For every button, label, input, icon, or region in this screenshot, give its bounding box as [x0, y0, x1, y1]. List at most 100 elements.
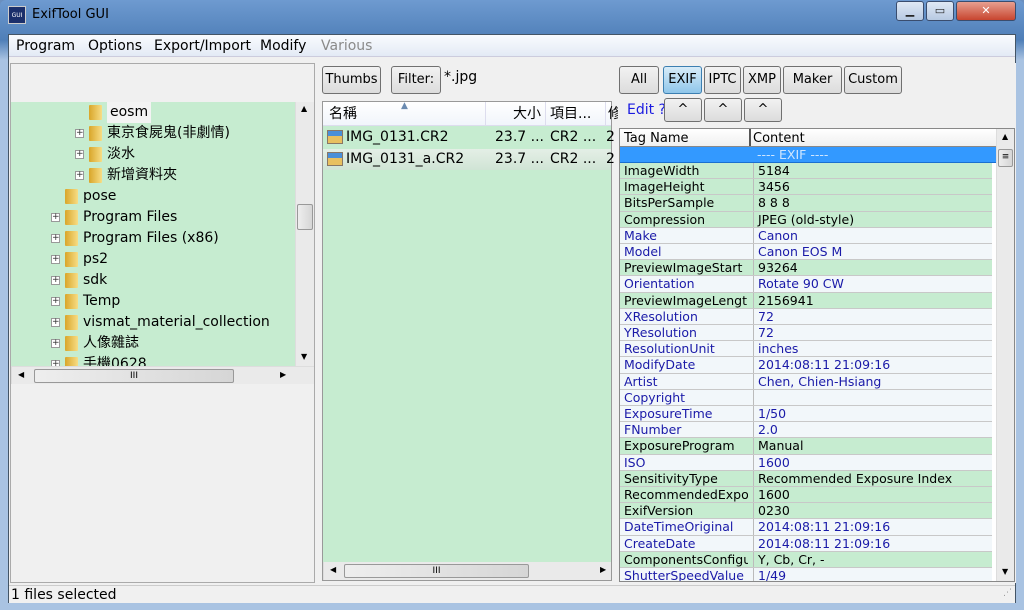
column-type[interactable]: 項目...	[545, 102, 605, 126]
scroll-thumb[interactable]: III	[34, 369, 234, 383]
metadata-row[interactable]: SensitivityType Recommended Exposure Inde…	[620, 470, 992, 487]
menu-options[interactable]: Options	[88, 38, 142, 54]
metadata-row[interactable]: ExposureTime 1/50	[620, 406, 992, 423]
tree-item[interactable]: + vismat_material_collection	[11, 312, 295, 333]
expand-icon[interactable]: +	[75, 129, 84, 138]
expand-icon[interactable]: +	[51, 234, 60, 243]
expand-icon[interactable]: +	[51, 339, 60, 348]
expand-icon[interactable]: +	[51, 276, 60, 285]
metadata-row[interactable]: ComponentsConfigur Y, Cb, Cr, -	[620, 551, 992, 568]
tab-iptc[interactable]: IPTC	[704, 66, 741, 94]
tree-item[interactable]: + Temp	[11, 291, 295, 312]
expand-icon[interactable]: +	[75, 150, 84, 159]
metadata-row[interactable]: ImageWidth 5184	[620, 163, 992, 180]
tree-item[interactable]: + 手機0628	[11, 354, 295, 366]
tree-item[interactable]: eosm	[11, 102, 295, 123]
tree-item[interactable]: + Program Files (x86)	[11, 228, 295, 249]
resize-grip-icon[interactable]: ⋰	[1003, 588, 1012, 598]
metadata-row[interactable]: ExifVersion 0230	[620, 503, 992, 520]
scroll-right-icon[interactable]: ▶	[280, 370, 286, 379]
metadata-row[interactable]: PreviewImageStart 93264	[620, 260, 992, 277]
file-row[interactable]: IMG_0131_a.CR2 23.7 ... CR2 ... 2	[323, 149, 615, 170]
tree-item[interactable]: + Program Files	[11, 207, 295, 228]
scroll-up-icon[interactable]: ▲	[301, 104, 307, 113]
menu-program[interactable]: Program	[16, 38, 75, 54]
expand-icon[interactable]: +	[51, 255, 60, 264]
menu-export-import[interactable]: Export/Import	[154, 38, 251, 54]
metadata-row[interactable]: Make Canon	[620, 227, 992, 244]
menu-modify[interactable]: Modify	[260, 38, 306, 54]
close-button[interactable]: ✕	[956, 1, 1016, 21]
scroll-down-icon[interactable]: ▼	[1002, 567, 1008, 576]
metadata-row[interactable]: CreateDate 2014:08:11 21:09:16	[620, 535, 992, 552]
column-tag-name[interactable]: Tag Name	[624, 129, 689, 146]
column-size[interactable]: 大小	[485, 102, 545, 126]
scroll-up-icon[interactable]: ▲	[1002, 132, 1008, 141]
tab-xmp[interactable]: XMP	[743, 66, 781, 94]
metadata-row[interactable]: Model Canon EOS M	[620, 244, 992, 261]
edit-help-link[interactable]: Edit ?	[627, 102, 666, 118]
tree-vertical-scrollbar[interactable]: ▲ ▼	[295, 102, 314, 366]
tree-item[interactable]: + 新增資料夾	[11, 165, 295, 186]
scroll-left-icon[interactable]: ◀	[330, 565, 336, 574]
file-horizontal-scrollbar[interactable]: ◀ III ▶	[323, 562, 611, 580]
metadata-row[interactable]: PreviewImageLength 2156941	[620, 292, 992, 309]
tab-custom[interactable]: Custom	[844, 66, 902, 94]
expand-icon[interactable]: +	[51, 318, 60, 327]
thumbs-button[interactable]: Thumbs	[322, 66, 381, 94]
tab-all[interactable]: All	[619, 66, 659, 94]
filter-button[interactable]: Filter:	[391, 66, 441, 94]
tree-horizontal-scrollbar[interactable]: ◀ III ▶	[11, 366, 314, 384]
metadata-row[interactable]: DateTimeOriginal 2014:08:11 21:09:16	[620, 519, 992, 536]
metadata-row[interactable]: Artist Chen, Chien-Hsiang	[620, 373, 992, 390]
metadata-row[interactable]: ImageHeight 3456	[620, 179, 992, 196]
section-row[interactable]: ---- EXIF ----	[620, 147, 996, 163]
tab-maker[interactable]: Maker	[783, 66, 842, 94]
minimize-button[interactable]: ▁	[896, 1, 924, 21]
scroll-left-icon[interactable]: ◀	[18, 370, 24, 379]
metadata-row[interactable]: BitsPerSample 8 8 8	[620, 195, 992, 212]
metadata-row[interactable]: Copyright	[620, 389, 992, 406]
metadata-row[interactable]: ModifyDate 2014:08:11 21:09:16	[620, 357, 992, 374]
scroll-thumb[interactable]: III	[344, 564, 529, 578]
file-row[interactable]: IMG_0131.CR2 23.7 ... CR2 ... 2	[323, 127, 615, 148]
tree-item[interactable]: + 淡水	[11, 144, 295, 165]
scroll-down-icon[interactable]: ▼	[301, 352, 307, 361]
maximize-button[interactable]: ▭	[926, 1, 954, 21]
metadata-grid[interactable]: Tag Name Content ---- EXIF ---- ImageWid…	[619, 128, 1015, 582]
image-file-icon	[327, 130, 343, 144]
grid-vertical-scrollbar[interactable]: ▲ ≡ ▼	[996, 129, 1014, 581]
folder-tree[interactable]: eosm + 東京食屍鬼(非劇情) + 淡水 + 新增資料夾 pose + Program Fil…	[11, 102, 295, 366]
file-list[interactable]: 名稱 ▲ 大小 項目... 修 IMG_0131.CR2 23.7 ... CR2 …	[322, 101, 622, 581]
metadata-row[interactable]: Compression JPEG (old-style)	[620, 211, 992, 228]
tab-exif[interactable]: EXIF	[663, 66, 702, 94]
arrow-button[interactable]: ^	[664, 98, 702, 122]
scroll-thumb[interactable]: ≡	[998, 149, 1013, 167]
expand-icon[interactable]: +	[51, 213, 60, 222]
folder-icon	[89, 168, 102, 183]
tree-item[interactable]: + 東京食屍鬼(非劇情)	[11, 123, 295, 144]
metadata-row[interactable]: ExposureProgram Manual	[620, 438, 992, 455]
metadata-row[interactable]: YResolution 72	[620, 325, 992, 342]
column-content[interactable]: Content	[749, 129, 805, 146]
metadata-row[interactable]: ResolutionUnit inches	[620, 341, 992, 358]
metadata-row[interactable]: XResolution 72	[620, 308, 992, 325]
metadata-row[interactable]: RecommendedExpos 1600	[620, 487, 992, 504]
scroll-right-icon[interactable]: ▶	[600, 565, 606, 574]
metadata-row[interactable]: ISO 1600	[620, 454, 992, 471]
tree-item[interactable]: + sdk	[11, 270, 295, 291]
tag-value: Rotate 90 CW	[753, 276, 844, 292]
expand-icon[interactable]: +	[51, 297, 60, 306]
menu-various[interactable]: Various	[321, 38, 372, 54]
metadata-row[interactable]: Orientation Rotate 90 CW	[620, 276, 992, 293]
arrow-button[interactable]: ^	[704, 98, 742, 122]
scroll-thumb[interactable]	[297, 204, 313, 230]
arrow-button[interactable]: ^	[744, 98, 782, 122]
metadata-row[interactable]: FNumber 2.0	[620, 422, 992, 439]
expand-icon[interactable]: +	[75, 171, 84, 180]
metadata-row[interactable]: ShutterSpeedValue 1/49	[620, 568, 992, 581]
tree-item[interactable]: pose	[11, 186, 295, 207]
tree-item[interactable]: + 人像雜誌	[11, 333, 295, 354]
filter-input[interactable]: *.jpg	[444, 69, 477, 85]
tree-item[interactable]: + ps2	[11, 249, 295, 270]
